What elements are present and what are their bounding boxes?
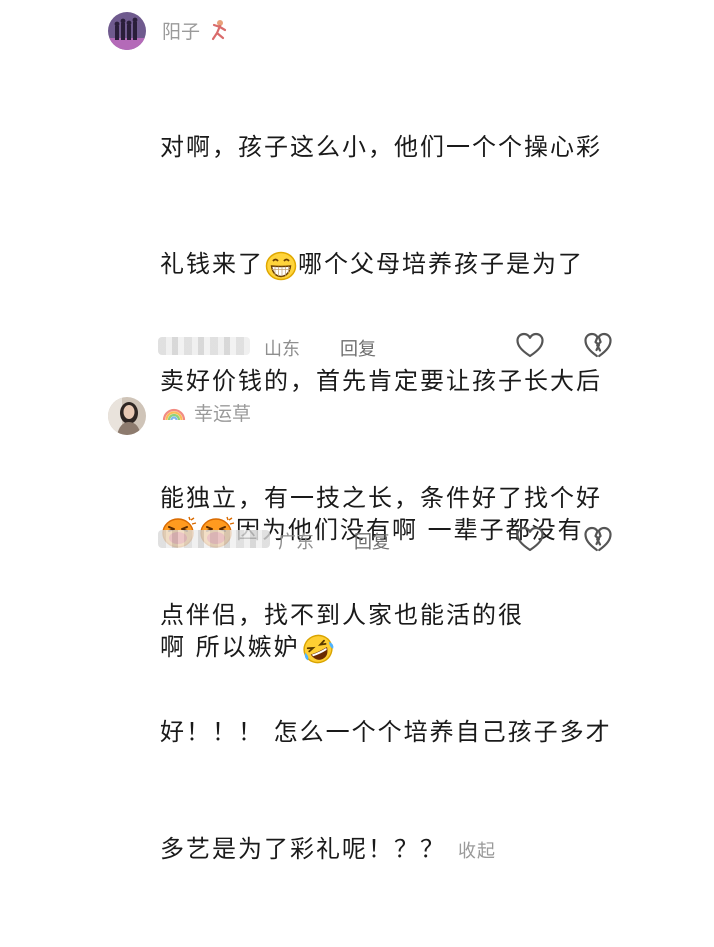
comment-line: 礼钱来了 哪个父母培养孩子是为了 xyxy=(160,245,630,284)
comment-line: 对啊，孩子这么小，他们一个个操心彩 xyxy=(160,133,602,161)
comment-item: 阳子 对啊，孩子这么小，他们一个个操心彩 礼钱来了 哪个父母培养孩子是为了 卖好价… xyxy=(0,0,714,863)
broken-heart-icon[interactable] xyxy=(583,331,613,359)
location-label: 山东 xyxy=(264,339,300,360)
avatar[interactable] xyxy=(108,12,146,50)
collapse-button[interactable]: 收起 xyxy=(458,841,496,862)
dancer-icon xyxy=(211,20,227,41)
broken-heart-icon[interactable] xyxy=(583,525,613,553)
heart-icon[interactable] xyxy=(515,525,545,553)
blurred-timestamp xyxy=(158,530,270,548)
reply-button[interactable]: 回复 xyxy=(354,528,390,554)
heart-icon[interactable] xyxy=(515,331,545,359)
location-label: 广东 xyxy=(278,532,314,553)
rofl-emoji-icon xyxy=(303,634,334,663)
grin-emoji-icon xyxy=(265,251,297,280)
comment-line: 啊 所以嫉妒 xyxy=(160,628,630,667)
avatar[interactable] xyxy=(108,397,146,435)
reply-button[interactable]: 回复 xyxy=(340,335,376,361)
comment-text: 因为他们没有啊 一辈子都没有 啊 所以嫉妒 xyxy=(160,433,630,745)
comment-line: 多艺是为了彩礼呢！？？ 收起 xyxy=(160,835,496,863)
blurred-timestamp xyxy=(158,337,250,355)
rainbow-icon xyxy=(162,408,186,421)
comment-item: 幸运草 因为他们没有啊 一辈子都没有 啊 所以嫉妒 广东 回复 xyxy=(0,385,714,663)
username[interactable]: 幸运草 xyxy=(162,399,251,426)
username[interactable]: 阳子 xyxy=(162,16,229,44)
